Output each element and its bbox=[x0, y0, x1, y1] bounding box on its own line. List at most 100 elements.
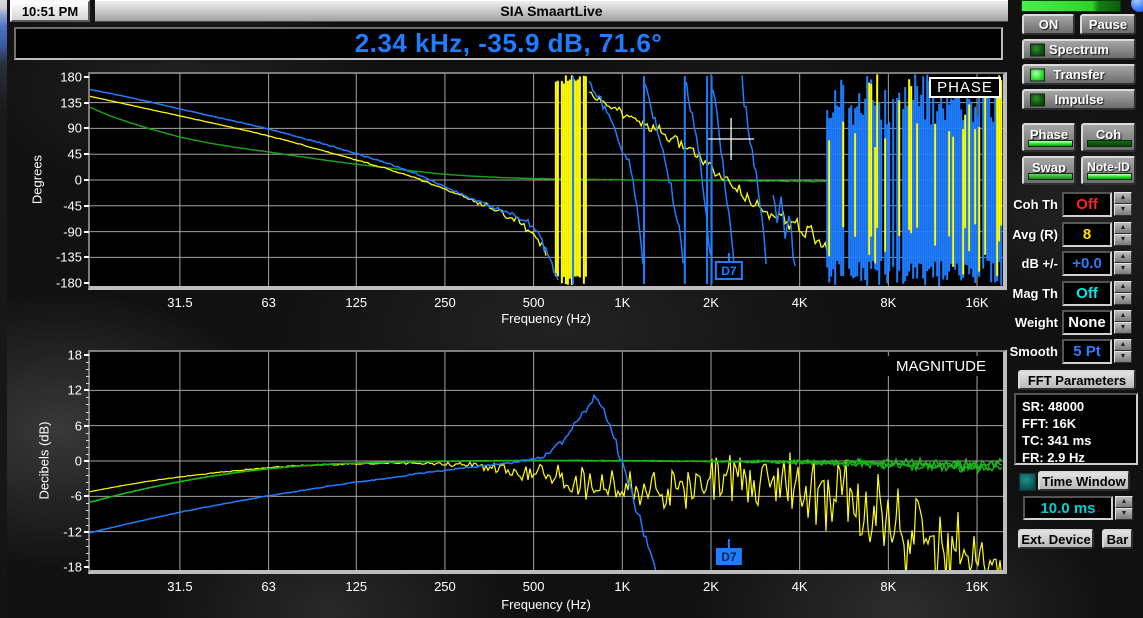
time-window-led-icon bbox=[1019, 473, 1036, 491]
swap-button[interactable]: Swap bbox=[1022, 156, 1076, 185]
db-offset-value[interactable]: +0.0 bbox=[1062, 251, 1112, 276]
y-tick-mark bbox=[84, 102, 89, 104]
y-minor-tick-mark bbox=[86, 560, 89, 561]
weight-spinner: ▲ ▼ bbox=[1114, 310, 1132, 334]
title-bar[interactable]: SIA SmaartLive bbox=[95, 0, 1008, 22]
phase-plot-frame: D7 bbox=[88, 72, 1007, 290]
fft-info-box: SR: 48000 FFT: 16K TC: 341 ms FR: 2.9 Hz bbox=[1014, 393, 1138, 465]
weight-value[interactable]: None bbox=[1062, 310, 1112, 335]
phase-plot-canvas[interactable]: D7 bbox=[90, 74, 1003, 286]
y-tick-mark bbox=[84, 425, 89, 427]
coh-th-spinner-up[interactable]: ▲ bbox=[1114, 192, 1132, 204]
db-offset-spinner-down[interactable]: ▼ bbox=[1114, 263, 1132, 275]
db-offset-spinner-up[interactable]: ▲ bbox=[1114, 251, 1132, 263]
clock-display: 10:51 PM bbox=[10, 0, 90, 22]
y-tick-label: 18 bbox=[68, 348, 82, 363]
mag-th-value[interactable]: Off bbox=[1062, 281, 1112, 306]
y-tick-mark bbox=[84, 495, 89, 497]
y-minor-tick-mark bbox=[86, 447, 89, 448]
magnitude-plot-canvas[interactable]: D7 bbox=[90, 352, 1003, 570]
mag-th-spinner: ▲ ▼ bbox=[1114, 281, 1132, 305]
y-tick-mark bbox=[84, 389, 89, 391]
y-tick-label: 45 bbox=[68, 147, 82, 162]
mag-th-spinner-up[interactable]: ▲ bbox=[1114, 281, 1132, 293]
fft-parameters-button[interactable]: FFT Parameters bbox=[1018, 370, 1136, 390]
y-minor-tick-mark bbox=[86, 468, 89, 469]
y-minor-tick-mark bbox=[86, 553, 89, 554]
coh-th-spinner-down[interactable]: ▼ bbox=[1114, 204, 1132, 216]
window-corner-dot bbox=[1131, 0, 1143, 12]
x-tick-label: 4K bbox=[792, 579, 808, 594]
mag-th-label: Mag Th bbox=[988, 286, 1058, 301]
avg-value[interactable]: 8 bbox=[1062, 222, 1112, 247]
y-tick-label: -6 bbox=[70, 489, 82, 504]
phase-plot-title: PHASE bbox=[929, 77, 1001, 98]
cursor-readout-text: 2.34 kHz, -35.9 dB, 71.6° bbox=[355, 28, 663, 59]
y-tick-mark bbox=[84, 566, 89, 568]
pause-button[interactable]: Pause bbox=[1080, 14, 1136, 35]
fft-info-fft: FFT: 16K bbox=[1022, 415, 1136, 432]
weight-label: Weight bbox=[988, 315, 1058, 330]
swap-led-icon bbox=[1028, 173, 1073, 180]
spectrum-mode-button[interactable]: Spectrum bbox=[1022, 39, 1136, 60]
y-tick-mark bbox=[84, 282, 89, 284]
coh-th-label: Coh Th bbox=[988, 197, 1058, 212]
x-tick-label: 2K bbox=[703, 295, 719, 310]
time-window-spinner-down[interactable]: ▼ bbox=[1115, 508, 1133, 520]
y-tick-mark bbox=[84, 127, 89, 129]
avg-spinner-up[interactable]: ▲ bbox=[1114, 222, 1132, 234]
y-minor-tick-mark bbox=[86, 412, 89, 413]
time-window-spinner-up[interactable]: ▲ bbox=[1115, 496, 1133, 508]
y-tick-mark bbox=[84, 153, 89, 155]
x-tick-label: 500 bbox=[523, 295, 545, 310]
spectrum-led-icon bbox=[1030, 43, 1045, 56]
y-tick-label: 90 bbox=[68, 121, 82, 136]
x-tick-label: 31.5 bbox=[167, 295, 192, 310]
x-tick-label: 1K bbox=[614, 579, 630, 594]
impulse-mode-button[interactable]: Impulse bbox=[1022, 89, 1136, 110]
x-tick-label: 2K bbox=[703, 579, 719, 594]
y-minor-tick-mark bbox=[86, 475, 89, 476]
weight-spinner-down[interactable]: ▼ bbox=[1114, 322, 1132, 334]
y-tick-label: -180 bbox=[56, 276, 82, 291]
on-button[interactable]: ON bbox=[1022, 14, 1075, 35]
note-id-button[interactable]: Note-ID bbox=[1081, 156, 1136, 185]
time-window-value[interactable]: 10.0 ms bbox=[1023, 496, 1113, 520]
smooth-spinner-up[interactable]: ▲ bbox=[1114, 339, 1132, 351]
y-minor-tick-mark bbox=[86, 489, 89, 490]
y-minor-tick-mark bbox=[86, 433, 89, 434]
coherence-view-button[interactable]: Coh bbox=[1081, 123, 1136, 152]
phase-view-led-icon bbox=[1028, 140, 1073, 147]
mag-th-spinner-down[interactable]: ▼ bbox=[1114, 293, 1132, 305]
phase-view-button[interactable]: Phase bbox=[1022, 123, 1076, 152]
transfer-mode-button[interactable]: Transfer bbox=[1022, 64, 1136, 85]
magnitude-plot-frame: D7 bbox=[88, 350, 1007, 574]
y-minor-tick-mark bbox=[86, 482, 89, 483]
time-window-spinner: ▲ ▼ bbox=[1115, 496, 1133, 520]
smooth-value[interactable]: 5 Pt bbox=[1062, 339, 1112, 364]
y-tick-mark bbox=[84, 531, 89, 533]
magnitude-y-axis-title: Decibels (dB) bbox=[37, 411, 52, 511]
weight-spinner-up[interactable]: ▲ bbox=[1114, 310, 1132, 322]
avg-spinner-down[interactable]: ▼ bbox=[1114, 234, 1132, 246]
magnitude-x-axis-title: Frequency (Hz) bbox=[501, 597, 591, 612]
y-tick-label: 6 bbox=[75, 418, 82, 433]
coh-th-value[interactable]: Off bbox=[1062, 192, 1112, 217]
y-minor-tick-mark bbox=[86, 539, 89, 540]
note-id-led-icon bbox=[1087, 173, 1133, 180]
y-tick-mark bbox=[84, 256, 89, 258]
y-minor-tick-mark bbox=[86, 454, 89, 455]
x-tick-label: 250 bbox=[434, 579, 456, 594]
time-window-button[interactable]: Time Window bbox=[1038, 471, 1130, 491]
coh-th-spinner: ▲ ▼ bbox=[1114, 192, 1132, 216]
bar-button[interactable]: Bar bbox=[1102, 529, 1133, 549]
y-minor-tick-mark bbox=[86, 383, 89, 384]
svg-text:D7: D7 bbox=[721, 264, 737, 278]
y-minor-tick-mark bbox=[86, 546, 89, 547]
smooth-spinner-down[interactable]: ▼ bbox=[1114, 351, 1132, 363]
y-tick-label: 180 bbox=[60, 69, 82, 84]
x-tick-label: 63 bbox=[261, 295, 275, 310]
y-tick-label: -45 bbox=[63, 198, 82, 213]
y-minor-tick-mark bbox=[86, 525, 89, 526]
ext-device-button[interactable]: Ext. Device bbox=[1018, 529, 1094, 549]
